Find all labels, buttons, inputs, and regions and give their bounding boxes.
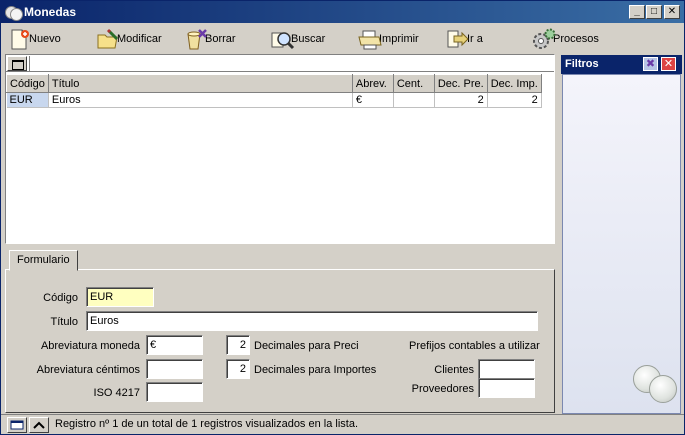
- filtros-body: [562, 74, 681, 414]
- decimales-importes-label: Decimales para Importes: [254, 364, 377, 376]
- new-document-icon: [7, 27, 33, 51]
- abrev-centimos-label: Abreviatura céntimos: [36, 364, 140, 376]
- cell-cent[interactable]: [393, 92, 435, 108]
- abrev-moneda-label: Abreviatura moneda: [40, 340, 140, 352]
- titulo-field[interactable]: [86, 311, 538, 331]
- borrar-button[interactable]: Borrar: [183, 26, 236, 52]
- monedas-table: Código Título Abrev. Cent. Dec. Pre. Dec…: [6, 74, 542, 108]
- clientes-label: Clientes: [434, 364, 474, 376]
- cell-abrev[interactable]: €: [352, 92, 394, 108]
- tab-formulario[interactable]: Formulario: [9, 250, 78, 271]
- titulo-label: Título: [50, 316, 78, 328]
- decimales-precios-field[interactable]: [226, 335, 250, 355]
- abrev-centimos-field[interactable]: [146, 359, 203, 379]
- table-row[interactable]: EUR Euros € 2 2: [6, 92, 542, 108]
- decimales-importes-field[interactable]: [226, 359, 250, 379]
- column-header-codigo[interactable]: Código: [6, 74, 49, 93]
- proveedores-label: Proveedores: [411, 383, 474, 395]
- layout-toggle-button[interactable]: [7, 417, 27, 433]
- status-text: Registro nº 1 de un total de 1 registros…: [55, 418, 359, 430]
- cell-dec-pre[interactable]: 2: [434, 92, 488, 108]
- filtros-pin-icon[interactable]: ✖: [643, 57, 658, 71]
- buscar-label: Buscar: [291, 33, 326, 45]
- modificar-button[interactable]: Modificar: [95, 26, 162, 52]
- cell-dec-imp[interactable]: 2: [487, 92, 542, 108]
- column-header-dec-imp[interactable]: Dec. Imp.: [486, 74, 542, 93]
- collapse-button[interactable]: [29, 417, 49, 433]
- imprimir-button[interactable]: Imprimir: [357, 26, 419, 52]
- form-tabstrip: Formulario: [5, 248, 555, 271]
- column-header-cent[interactable]: Cent.: [392, 74, 435, 93]
- column-chooser-button[interactable]: [7, 56, 27, 71]
- nuevo-label: Nuevo: [29, 33, 61, 45]
- minimize-button[interactable]: _: [629, 5, 645, 19]
- status-bar: Registro nº 1 de un total de 1 registros…: [1, 414, 684, 434]
- procesos-button[interactable]: Procesos: [531, 26, 599, 52]
- window-title: Monedas: [24, 5, 77, 19]
- formulario-panel: Código Título Abreviatura moneda Abrevia…: [5, 269, 555, 413]
- prefijos-label: Prefijos contables a utilizar: [409, 340, 540, 352]
- edit-folder-icon: [95, 27, 121, 51]
- grid-search-bar: [6, 55, 554, 72]
- column-header-abrev[interactable]: Abrev.: [351, 74, 394, 93]
- ir-a-button[interactable]: Ir a: [445, 26, 483, 52]
- iso-4217-label: ISO 4217: [93, 387, 140, 399]
- filtros-title: Filtros: [565, 58, 599, 70]
- chevron-up-icon: [33, 421, 45, 429]
- gears-icon: [531, 27, 557, 51]
- window-controls: _ □ ✕: [628, 5, 680, 19]
- filtros-panel: Filtros ✖ ✕: [561, 54, 682, 414]
- codigo-field[interactable]: [86, 287, 154, 307]
- decimales-precios-label: Decimales para Preci: [254, 340, 359, 352]
- go-to-icon: [445, 27, 471, 51]
- search-magnifier-icon: [269, 27, 295, 51]
- printer-icon: [357, 27, 383, 51]
- column-header-dec-pre[interactable]: Dec. Pre.: [433, 74, 488, 93]
- records-list-panel: Código Título Abrev. Cent. Dec. Pre. Dec…: [5, 54, 555, 244]
- toolbar: Nuevo Modificar Borrar Buscar Imprimir I…: [1, 23, 684, 54]
- buscar-button[interactable]: Buscar: [269, 26, 325, 52]
- cell-codigo[interactable]: EUR: [6, 92, 49, 108]
- monedas-window: Monedas _ □ ✕ Nuevo Modificar Borrar Bus…: [0, 0, 685, 435]
- clientes-field[interactable]: [478, 359, 535, 379]
- cell-titulo[interactable]: Euros: [48, 92, 353, 108]
- codigo-label: Código: [43, 292, 78, 304]
- proveedores-field[interactable]: [478, 378, 535, 398]
- column-header-titulo[interactable]: Título: [47, 74, 353, 93]
- title-bar[interactable]: Monedas _ □ ✕: [1, 1, 684, 23]
- imprimir-label: Imprimir: [379, 33, 419, 45]
- iso-4217-field[interactable]: [146, 382, 203, 402]
- table-header-row: Código Título Abrev. Cent. Dec. Pre. Dec…: [6, 74, 542, 93]
- grid-filter-input[interactable]: [29, 56, 553, 71]
- nuevo-button[interactable]: Nuevo: [7, 26, 61, 52]
- abrev-moneda-field[interactable]: [146, 335, 203, 355]
- coins-app-icon: [5, 4, 23, 21]
- modificar-label: Modificar: [117, 33, 162, 45]
- coins-logo-icon: [631, 361, 679, 405]
- filtros-close-icon[interactable]: ✕: [661, 57, 676, 71]
- procesos-label: Procesos: [553, 33, 599, 45]
- maximize-button[interactable]: □: [646, 5, 662, 19]
- delete-trash-icon: [183, 27, 209, 51]
- borrar-label: Borrar: [205, 33, 236, 45]
- close-button[interactable]: ✕: [664, 5, 680, 19]
- window-layout-icon: [10, 420, 24, 430]
- filtros-header: Filtros ✖ ✕: [561, 55, 682, 74]
